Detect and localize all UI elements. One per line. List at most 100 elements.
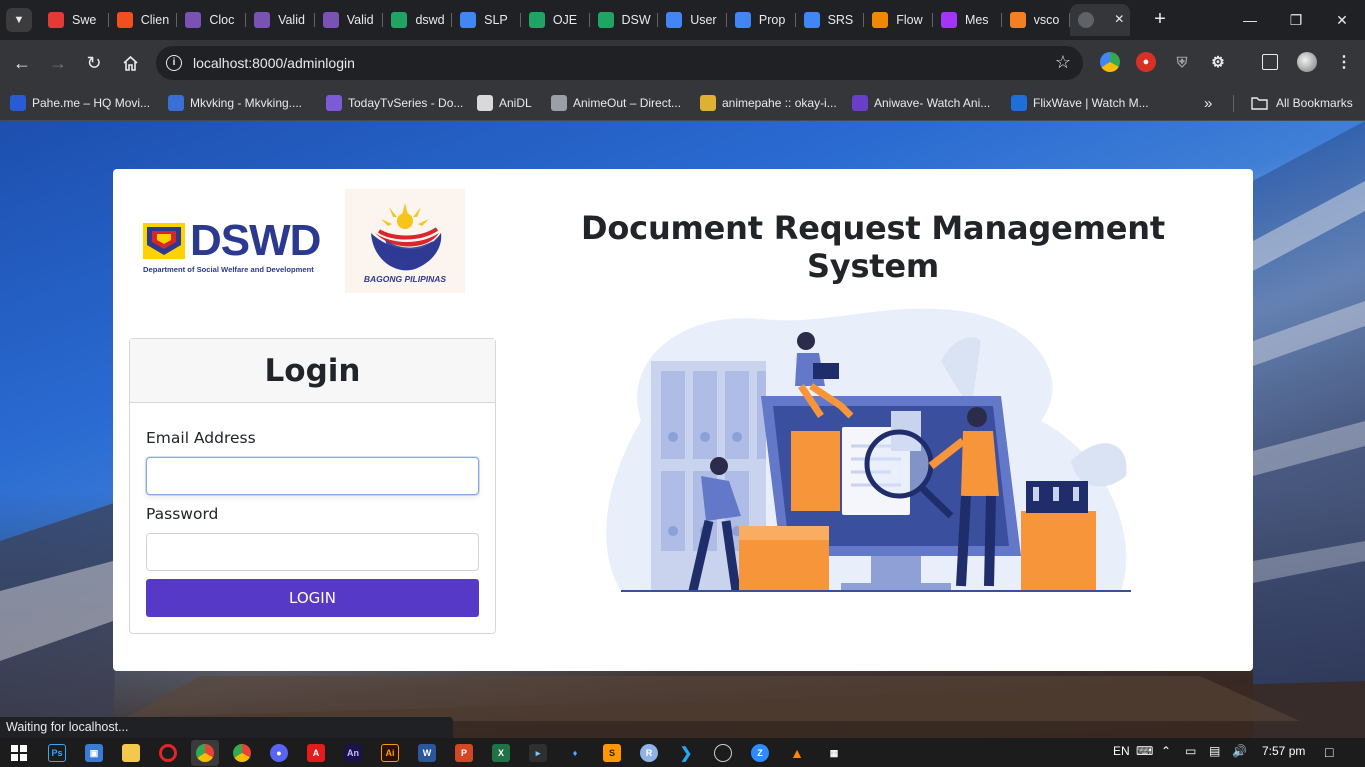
keyboard-icon[interactable]: ⌨ <box>1136 744 1153 758</box>
tray-overflow-chevron-icon[interactable]: ⌃ <box>1161 744 1171 758</box>
app-blue-icon[interactable]: ♦ <box>566 744 584 762</box>
bootstrap-icon <box>185 12 202 28</box>
system-title: Document Request Management System <box>581 209 1165 285</box>
windows-start-icon[interactable] <box>10 744 28 762</box>
mkvking-icon <box>168 95 184 111</box>
powerpoint-icon[interactable]: P <box>455 744 473 762</box>
site-info-icon[interactable]: i <box>166 55 182 71</box>
browser-tab[interactable]: Valid <box>246 4 315 36</box>
menu-kebab-icon[interactable]: ⋮ <box>1334 52 1354 72</box>
bookmark-item[interactable]: animepahe :: okay-i... <box>700 93 837 113</box>
profile-avatar[interactable] <box>1297 52 1317 72</box>
minimize-icon: — <box>1243 12 1257 28</box>
bookmark-label: Mkvking - Mkvking.... <box>190 96 303 110</box>
bookmark-item[interactable]: Aniwave- Watch Ani... <box>852 93 990 113</box>
extension-shield-icon[interactable]: ⛨ <box>1172 52 1192 72</box>
bookmarks-bar: Pahe.me – HQ Movi... Mkvking - Mkvking...… <box>0 86 1365 121</box>
all-bookmarks-button[interactable]: All Bookmarks <box>1251 93 1353 113</box>
opera-icon[interactable] <box>159 744 177 762</box>
bookmark-star-icon[interactable]: ☆ <box>1055 52 1071 73</box>
language-indicator[interactable]: EN <box>1113 744 1130 758</box>
vlc-icon[interactable]: ▲ <box>788 744 806 762</box>
tab-title: Flow <box>896 13 923 27</box>
network-icon[interactable]: ▤ <box>1209 744 1220 758</box>
app-circle-icon[interactable] <box>714 744 732 762</box>
restore-button[interactable]: ❐ <box>1273 0 1319 40</box>
tab-title: Prop <box>758 13 786 27</box>
tab-search-button[interactable]: ▼ <box>6 8 32 32</box>
browser-tab[interactable]: Flow <box>864 4 933 36</box>
file-explorer-icon[interactable] <box>122 744 140 762</box>
address-url[interactable]: localhost:8000/adminlogin <box>193 55 355 71</box>
bookmark-item[interactable]: FlixWave | Watch M... <box>1011 93 1149 113</box>
browser-tab[interactable]: Swe <box>40 4 109 36</box>
browser-tab[interactable]: Clien <box>109 4 178 36</box>
minimize-button[interactable]: — <box>1227 0 1273 40</box>
browser-tab[interactable]: SRS <box>796 4 865 36</box>
browser-tab[interactable]: OJE <box>521 4 590 36</box>
address-bar[interactable]: i localhost:8000/adminlogin ☆ <box>156 46 1083 80</box>
home-button[interactable] <box>118 51 142 75</box>
r-app-icon[interactable]: R <box>640 744 658 762</box>
photos-icon[interactable]: ▣ <box>85 744 103 762</box>
browser-tab[interactable]: User <box>658 4 727 36</box>
bookmark-item[interactable]: AnimeOut – Direct... <box>551 93 681 113</box>
browser-tab[interactable]: DSW <box>590 4 659 36</box>
photoshop-icon[interactable]: Ps <box>48 744 66 762</box>
vscode-icon[interactable]: ❯ <box>677 744 695 762</box>
reload-icon: ↻ <box>86 52 102 73</box>
browser-tab[interactable]: Cloc <box>177 4 247 36</box>
acrobat-icon[interactable]: A <box>307 744 325 762</box>
forward-button[interactable]: → <box>46 51 70 75</box>
tab-title: Cloc <box>209 13 235 27</box>
chevron-down-icon: ▼ <box>13 14 25 26</box>
drawio-icon <box>872 12 889 28</box>
bagong-pilipinas-label: BAGONG PILIPINAS <box>363 274 447 284</box>
new-tab-button[interactable]: + <box>1148 8 1172 32</box>
bookmark-item[interactable]: Mkvking - Mkvking.... <box>168 93 302 113</box>
browser-tab[interactable]: vsco <box>1002 4 1071 36</box>
app-grid-icon[interactable]: ▦ <box>825 744 843 762</box>
browser-tab[interactable]: Valid <box>315 4 384 36</box>
active-browser-tab[interactable]: ✕ <box>1070 4 1131 36</box>
animate-icon[interactable]: An <box>344 744 362 762</box>
extension-colorful-icon[interactable] <box>1100 52 1120 72</box>
zoom-icon[interactable]: Z <box>751 744 769 762</box>
bookmark-item[interactable]: Pahe.me – HQ Movi... <box>10 93 150 113</box>
close-icon: ✕ <box>1336 11 1348 28</box>
word-icon[interactable]: W <box>418 744 436 762</box>
extensions-puzzle-icon[interactable]: ⚙ <box>1208 52 1228 72</box>
discord-icon[interactable]: ● <box>270 744 288 762</box>
browser-tab[interactable]: Prop <box>727 4 796 36</box>
illustrator-icon[interactable]: Ai <box>381 744 399 762</box>
password-label: Password <box>146 505 219 523</box>
main-card: DSWD Department of Social Welfare and De… <box>113 169 1253 671</box>
chrome-taskbar-active[interactable] <box>191 740 219 766</box>
browser-tab[interactable]: Mes <box>933 4 1002 36</box>
more-bookmarks-button[interactable]: » <box>1204 93 1212 113</box>
bookmark-item[interactable]: TodayTvSeries - Do... <box>326 93 463 113</box>
password-field[interactable] <box>146 533 479 571</box>
back-button[interactable]: ← <box>10 51 34 75</box>
animepahe-icon <box>700 95 716 111</box>
terminal-icon[interactable]: ▸ <box>529 744 547 762</box>
reload-button[interactable]: ↻ <box>82 51 106 75</box>
clock-time[interactable]: 7:57 pm <box>1262 744 1305 758</box>
google-drive-icon <box>597 12 614 28</box>
bookmark-label: animepahe :: okay-i... <box>722 96 837 110</box>
bookmark-item[interactable]: AniDL <box>477 93 532 113</box>
login-button[interactable]: LOGIN <box>146 579 479 617</box>
chrome-profile-icon[interactable] <box>233 744 251 762</box>
battery-icon[interactable]: ▭ <box>1185 744 1196 758</box>
email-field[interactable] <box>146 457 479 495</box>
close-tab-icon[interactable]: ✕ <box>1114 12 1124 26</box>
browser-tab[interactable]: dswd <box>383 4 453 36</box>
sublime-icon[interactable]: S <box>603 744 621 762</box>
extension-red-icon[interactable]: ● <box>1136 52 1156 72</box>
notifications-icon[interactable]: □ <box>1325 744 1333 760</box>
close-window-button[interactable]: ✕ <box>1319 0 1365 40</box>
excel-icon[interactable]: X <box>492 744 510 762</box>
side-panel-icon[interactable] <box>1262 54 1278 70</box>
volume-icon[interactable]: 🔊 <box>1232 744 1247 758</box>
browser-tab[interactable]: SLP <box>452 4 521 36</box>
